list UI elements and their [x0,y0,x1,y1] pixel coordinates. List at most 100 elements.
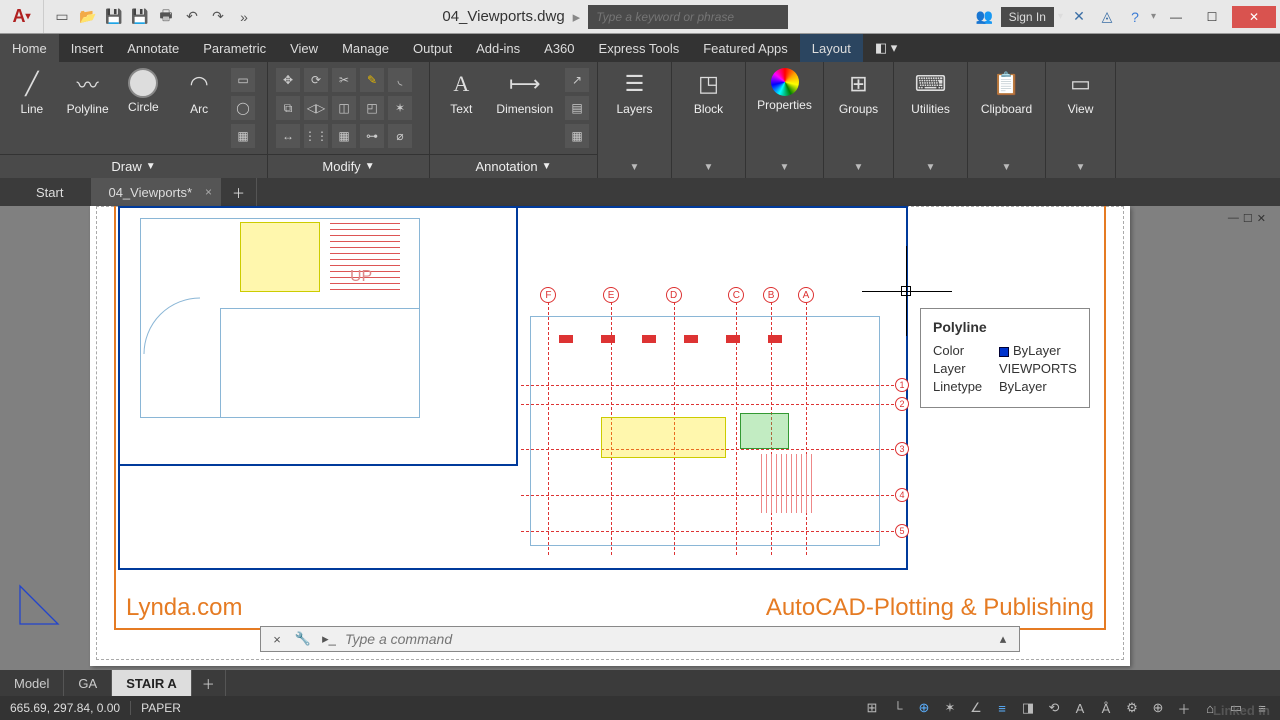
tab-featured-apps[interactable]: Featured Apps [691,34,800,62]
lineweight-icon[interactable]: ≡ [990,698,1014,718]
tab-view[interactable]: View [278,34,330,62]
saveas-icon[interactable]: 💾 [128,5,152,29]
cmd-history-icon[interactable]: ▴ [993,629,1013,649]
arrayrect-icon[interactable]: ▦ [332,124,356,148]
close-button[interactable]: ✕ [1232,6,1276,28]
filetab-start[interactable]: Start [20,178,92,206]
panel-layers-expand[interactable]: ▼ [598,162,671,178]
close-icon[interactable]: × [205,185,212,199]
maximize-button[interactable]: ☐ [1196,6,1228,28]
plot-icon[interactable]: 🖶 [154,5,178,29]
zoom-out-icon[interactable]: ＋ [1172,698,1196,718]
filetab-add[interactable]: ＋ [221,178,257,206]
signin-button[interactable]: Sign In [1001,7,1054,27]
filetab-active[interactable]: 04_Viewports*× [92,178,221,206]
tool-dimension[interactable]: ⟼Dimension [493,68,557,116]
stretch-icon[interactable]: ↔ [276,124,300,148]
tool-arc[interactable]: ◠Arc [175,68,223,116]
tool-utilities[interactable]: ⌨Utilities [905,68,957,116]
a360-icon[interactable]: ◬ [1095,5,1119,29]
move-icon[interactable]: ✥ [276,68,300,92]
rotate-icon[interactable]: ⟳ [304,68,328,92]
undo-icon[interactable]: ↶ [180,5,204,29]
tool-block[interactable]: ◳Block [683,68,735,116]
explode-icon[interactable]: ✶ [388,96,412,120]
array-icon[interactable]: ⋮⋮ [304,124,328,148]
layouttab-add[interactable]: ＋ [192,670,226,696]
exchange-icon[interactable]: ✕ [1067,5,1091,29]
tab-parametric[interactable]: Parametric [191,34,278,62]
ucs-icon[interactable] [18,584,60,626]
leader-icon[interactable]: ↗ [565,68,589,92]
gear-icon[interactable]: ⚙ [1120,698,1144,718]
app-logo[interactable]: A▾ [0,0,44,33]
osnap-icon[interactable]: ✶ [938,698,962,718]
tab-layout[interactable]: Layout [800,34,863,62]
tab-output[interactable]: Output [401,34,464,62]
zoom-fit-icon[interactable]: ⊕ [1146,698,1170,718]
tool-view[interactable]: ▭View [1055,68,1107,116]
transparency-icon[interactable]: ◨ [1016,698,1040,718]
tool-clipboard[interactable]: 📋Clipboard [976,68,1037,116]
qat-more-icon[interactable]: » [232,5,256,29]
tab-manage[interactable]: Manage [330,34,401,62]
save-icon[interactable]: 💾 [102,5,126,29]
viewport-detail[interactable]: UP [118,206,518,466]
tool-circle[interactable]: Circle [120,68,168,114]
trim-icon[interactable]: ✂ [332,68,356,92]
panel-groups-expand[interactable]: ▼ [824,162,893,178]
panel-utilities-expand[interactable]: ▼ [894,162,967,178]
panel-clipboard-expand[interactable]: ▼ [968,162,1045,178]
tool-layers[interactable]: ☰Layers [609,68,661,116]
status-space[interactable]: PAPER [130,701,191,715]
layouttab-ga[interactable]: GA [64,670,112,696]
cloud-icon[interactable]: ▦ [565,124,589,148]
panel-view-expand[interactable]: ▼ [1046,162,1115,178]
command-input[interactable] [345,631,987,647]
tab-insert[interactable]: Insert [59,34,116,62]
cmd-options-icon[interactable]: 🔧 [293,629,313,649]
tool-groups[interactable]: ⊞Groups [833,68,885,116]
fillet-icon[interactable]: ◟ [388,68,412,92]
ellipse-icon[interactable]: ◯ [231,96,255,120]
ortho-icon[interactable]: └ [886,698,910,718]
scale-icon[interactable]: ◰ [360,96,384,120]
join-icon[interactable]: ⊶ [360,124,384,148]
account-icon[interactable]: 👥 [973,5,997,29]
help-icon[interactable]: ? [1123,5,1147,29]
polar-icon[interactable]: ⊕ [912,698,936,718]
grid-icon[interactable]: ⊞ [860,698,884,718]
tab-home[interactable]: Home [0,34,59,62]
erase-icon[interactable]: ✎ [360,68,384,92]
offset-icon[interactable]: ◫ [332,96,356,120]
tab-addins[interactable]: Add-ins [464,34,532,62]
layouttab-model[interactable]: Model [0,670,64,696]
tab-annotate[interactable]: Annotate [115,34,191,62]
viewport-controls[interactable]: —☐✕ [1228,212,1266,225]
table-icon[interactable]: ▤ [565,96,589,120]
tab-a360[interactable]: A360 [532,34,586,62]
annoscale-icon[interactable]: A [1068,698,1092,718]
command-line[interactable]: × 🔧 ▸_ ▴ [260,626,1020,652]
mirror-icon[interactable]: ◁▷ [304,96,328,120]
drawing-area[interactable]: —☐✕ Lynda.com AutoCAD-Plotting & Publish… [0,206,1280,676]
panel-block-expand[interactable]: ▼ [672,162,745,178]
tool-line[interactable]: ╱Line [8,68,56,116]
minimize-button[interactable]: — [1160,6,1192,28]
tool-polyline[interactable]: 〰Polyline [64,68,112,116]
cmd-close-icon[interactable]: × [267,629,287,649]
open-icon[interactable]: 📂 [76,5,100,29]
tab-express-tools[interactable]: Express Tools [587,34,692,62]
break-icon[interactable]: ⌀ [388,124,412,148]
annovis-icon[interactable]: Å [1094,698,1118,718]
help-search-input[interactable] [588,5,788,29]
tool-properties[interactable]: Properties [754,68,815,112]
copy-icon[interactable]: ⧉ [276,96,300,120]
redo-icon[interactable]: ↷ [206,5,230,29]
rect-icon[interactable]: ▭ [231,68,255,92]
panel-properties-expand[interactable]: ▼ [746,162,823,178]
layouttab-stair-a[interactable]: STAIR A [112,670,192,696]
selection-cycling-icon[interactable]: ⟲ [1042,698,1066,718]
hatch-icon[interactable]: ▦ [231,124,255,148]
tool-text[interactable]: AText [438,68,485,116]
